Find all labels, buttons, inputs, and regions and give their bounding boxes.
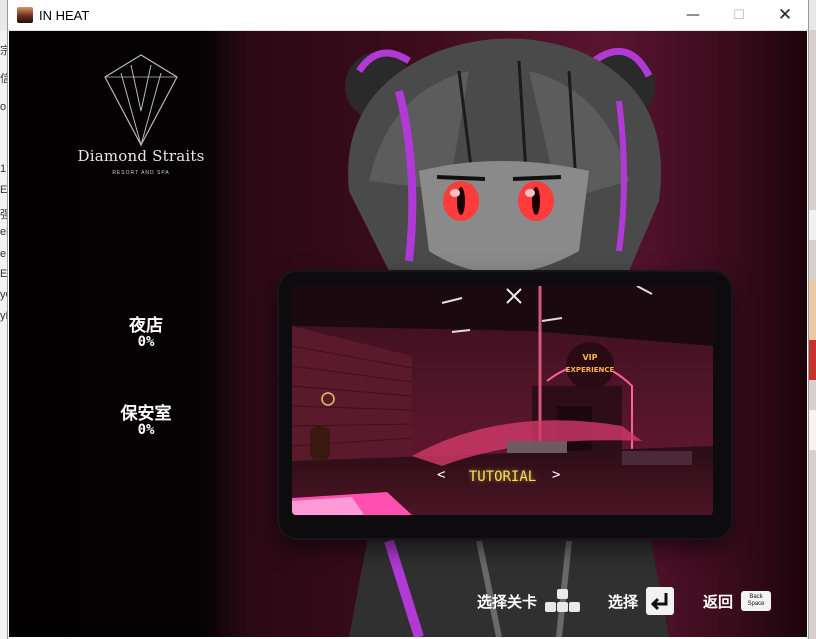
title-bar[interactable]: IN HEAT — ☐ ✕ xyxy=(8,0,808,31)
maximize-button[interactable]: ☐ xyxy=(716,0,762,30)
desktop-fragment: 强 xyxy=(0,209,8,221)
level-name: TUTORIAL xyxy=(468,469,537,485)
backspace-key-line2: Space xyxy=(747,601,765,607)
logo-subtitle: RESORT AND SPA xyxy=(112,170,170,176)
desktop-background-left: 宗 信 o 1. E 强 eli e E yC yF xyxy=(0,30,8,639)
diamond-logo-icon xyxy=(104,54,178,147)
backspace-key-line1: Back xyxy=(749,594,763,600)
minimize-button[interactable]: — xyxy=(670,0,716,30)
desktop-thumbnail xyxy=(808,340,816,380)
desktop-fragment: eli xyxy=(0,226,8,238)
level-preview-screen[interactable]: VIP EXPERIENCE < TUTORIAL > xyxy=(292,286,713,515)
vip-sign-line2: EXPERIENCE xyxy=(566,366,615,374)
logo-title: Diamond Straits xyxy=(77,147,205,165)
hint-confirm: 选择 xyxy=(608,586,675,616)
hint-select-level: 选择关卡 xyxy=(477,586,581,616)
desktop-fragment: yC xyxy=(0,289,8,301)
desktop-background-right xyxy=(808,30,816,639)
game-viewport: Diamond Straits RESORT AND SPA 夜店 0% 保安室… xyxy=(9,31,807,637)
menu-item-security-room[interactable]: 保安室 0% xyxy=(71,405,221,437)
desktop-thumbnail xyxy=(808,210,816,240)
desktop-fragment: E xyxy=(0,184,8,196)
desktop-thumbnail xyxy=(808,280,816,340)
vip-sign-line1: VIP xyxy=(582,353,597,362)
backspace-key-icon: Back Space xyxy=(741,591,772,611)
menu-item-nightclub[interactable]: 夜店 0% xyxy=(71,317,221,349)
desktop-thumbnail xyxy=(808,410,816,450)
enter-key-icon xyxy=(646,587,675,615)
desktop-fragment: 信 xyxy=(0,73,8,85)
desktop-fragment: yF xyxy=(0,310,8,322)
desktop-fragment: e xyxy=(0,248,7,260)
next-level-arrow[interactable]: > xyxy=(552,467,560,483)
level-menu-panel: Diamond Straits RESORT AND SPA 夜店 0% 保安室… xyxy=(9,31,224,637)
menu-item-progress: 0% xyxy=(137,334,155,350)
close-button[interactable]: ✕ xyxy=(762,0,808,30)
keyboard-cluster-icon xyxy=(545,589,581,612)
menu-item-name: 保安室 xyxy=(120,404,172,424)
hint-back-label: 返回 xyxy=(703,592,734,611)
desktop-fragment: E xyxy=(0,268,8,280)
menu-item-name: 夜店 xyxy=(129,316,163,336)
window-title: IN HEAT xyxy=(39,8,90,23)
desktop-fragment: 1. xyxy=(0,163,8,175)
desktop-fragment: 宗 xyxy=(0,45,8,57)
level-preview-monitor: VIP EXPERIENCE < TUTORIAL > xyxy=(279,272,731,538)
app-icon xyxy=(17,7,33,23)
menu-item-progress: 0% xyxy=(137,422,155,438)
hint-back: 返回 Back Space xyxy=(703,586,772,616)
desktop-fragment: o xyxy=(0,101,7,113)
game-window: IN HEAT — ☐ ✕ Diamond Straits RESORT AND… xyxy=(8,0,808,639)
hint-select-level-label: 选择关卡 xyxy=(477,592,538,611)
hint-confirm-label: 选择 xyxy=(608,592,639,611)
